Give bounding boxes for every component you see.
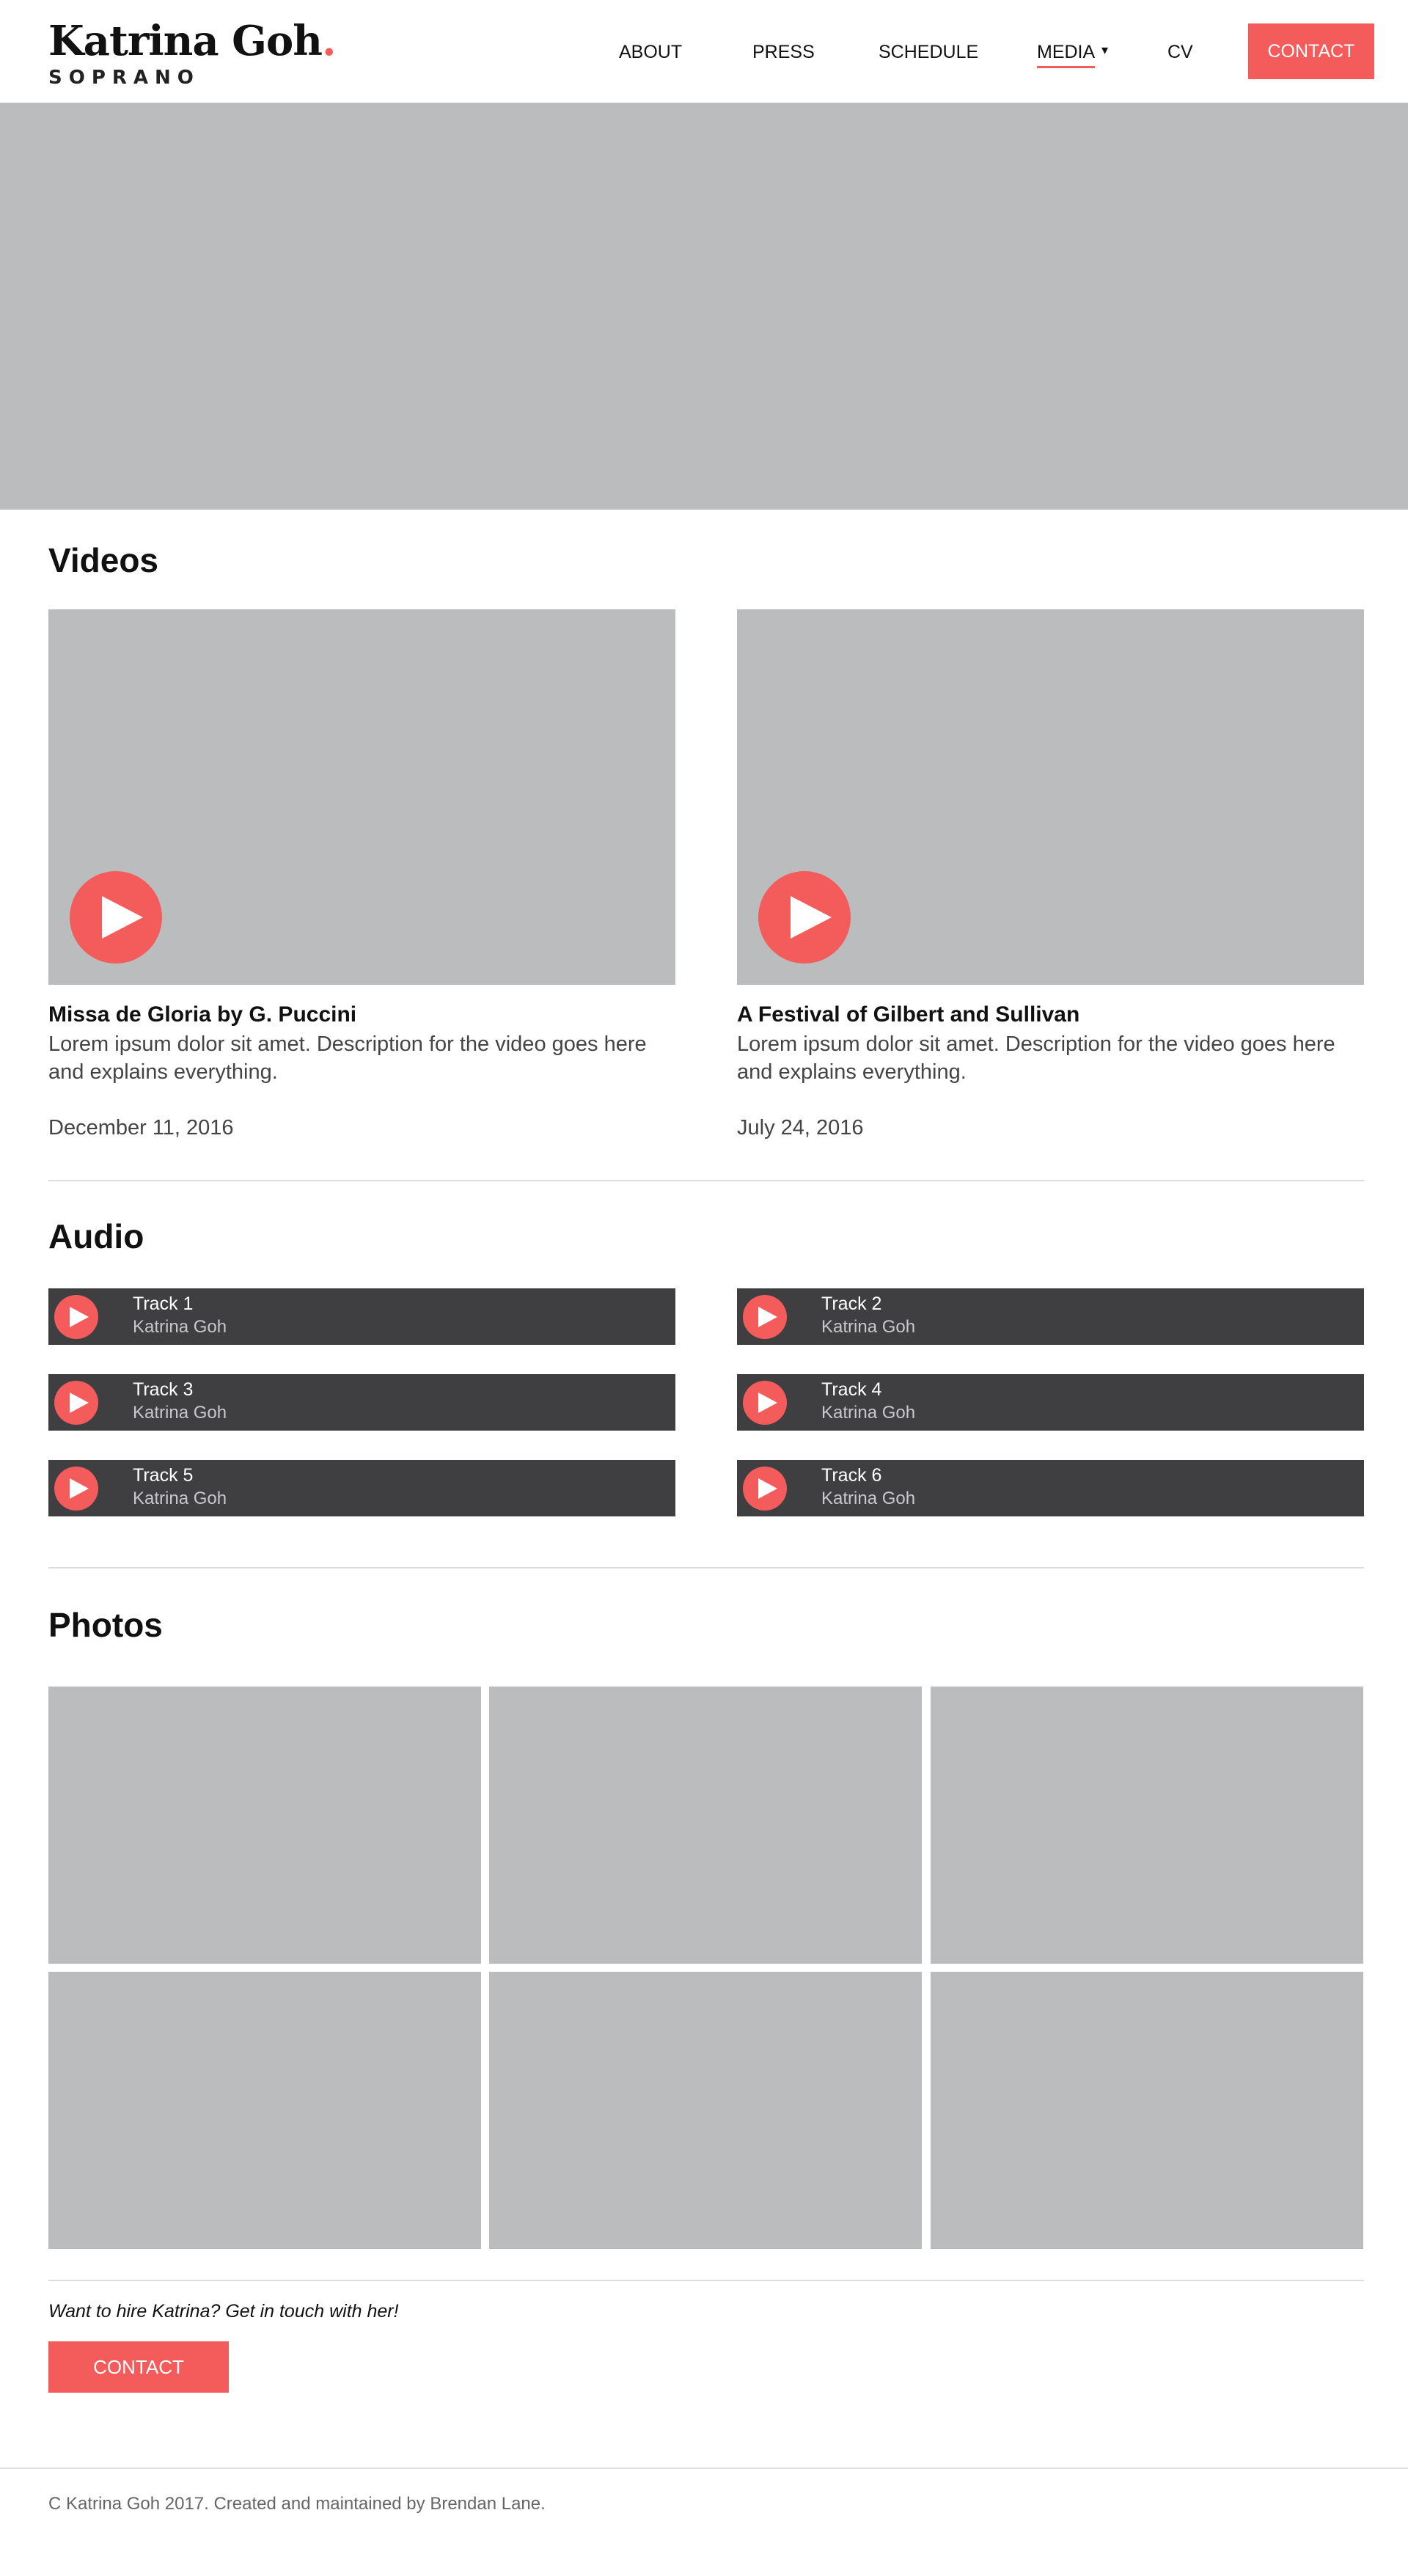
contact-button[interactable]: CONTACT (1248, 23, 1374, 79)
video-card: A Festival of Gilbert and Sullivan Lorem… (737, 609, 1364, 1142)
videos-heading: Videos (48, 541, 158, 579)
nav-cv[interactable]: CV (1167, 41, 1193, 63)
site-header: Katrina Goh. SOPRANO ABOUT PRESS SCHEDUL… (0, 0, 1408, 103)
nav-about[interactable]: ABOUT (619, 41, 682, 63)
hire-text: Want to hire Katrina? Get in touch with … (48, 2301, 399, 2322)
track-artist: Katrina Goh (821, 1317, 916, 1337)
track-artist: Katrina Goh (133, 1403, 227, 1423)
video-date: December 11, 2016 (48, 1116, 234, 1140)
chevron-down-icon[interactable]: ▾ (1101, 43, 1108, 58)
audio-track[interactable]: Track 6 Katrina Goh (737, 1460, 1364, 1516)
play-icon[interactable] (743, 1381, 787, 1425)
video-date: July 24, 2016 (737, 1116, 864, 1140)
video-card: Missa de Gloria by G. Puccini Lorem ipsu… (48, 609, 675, 1142)
photo-thumbnail[interactable] (48, 1972, 481, 2249)
track-artist: Katrina Goh (821, 1403, 916, 1423)
hire-contact-button[interactable]: CONTACT (48, 2341, 229, 2393)
play-icon[interactable] (54, 1381, 98, 1425)
track-name: Track 6 (821, 1465, 882, 1486)
logo-dot: . (322, 17, 336, 65)
audio-track[interactable]: Track 1 Katrina Goh (48, 1288, 675, 1345)
track-artist: Katrina Goh (821, 1489, 916, 1508)
section-divider (48, 1180, 1364, 1181)
photos-heading: Photos (48, 1606, 163, 1644)
track-name: Track 3 (133, 1379, 194, 1400)
logo-subtitle: SOPRANO (48, 67, 200, 89)
audio-track[interactable]: Track 2 Katrina Goh (737, 1288, 1364, 1345)
photo-thumbnail[interactable] (489, 1972, 922, 2249)
nav-press[interactable]: PRESS (752, 41, 815, 63)
section-divider (48, 1567, 1364, 1568)
photo-thumbnail[interactable] (489, 1687, 922, 1964)
video-thumbnail[interactable] (48, 609, 675, 985)
video-title: Missa de Gloria by G. Puccini (48, 1002, 357, 1027)
hero-image (0, 103, 1408, 510)
play-icon[interactable] (54, 1467, 98, 1511)
track-artist: Katrina Goh (133, 1317, 227, 1337)
play-icon[interactable] (758, 871, 851, 964)
nav-media[interactable]: MEDIA (1037, 41, 1096, 68)
play-icon[interactable] (70, 871, 162, 964)
logo[interactable]: Katrina Goh. SOPRANO (48, 16, 336, 88)
play-icon[interactable] (743, 1295, 787, 1339)
audio-heading: Audio (48, 1217, 144, 1255)
nav-schedule[interactable]: SCHEDULE (879, 41, 978, 63)
track-artist: Katrina Goh (133, 1489, 227, 1508)
logo-name: Katrina Goh. (48, 17, 336, 65)
play-icon[interactable] (743, 1467, 787, 1511)
video-thumbnail[interactable] (737, 609, 1364, 985)
track-name: Track 4 (821, 1379, 882, 1400)
track-name: Track 1 (133, 1293, 194, 1314)
photo-thumbnail[interactable] (48, 1687, 481, 1964)
photo-thumbnail[interactable] (931, 1687, 1363, 1964)
track-name: Track 2 (821, 1293, 882, 1314)
section-divider (48, 2280, 1364, 2281)
video-description: Lorem ipsum dolor sit amet. Description … (48, 1032, 647, 1084)
video-title: A Festival of Gilbert and Sullivan (737, 1002, 1080, 1027)
video-description: Lorem ipsum dolor sit amet. Description … (737, 1032, 1335, 1084)
track-name: Track 5 (133, 1465, 194, 1486)
footer-copyright: C Katrina Goh 2017. Created and maintain… (48, 2494, 546, 2514)
footer-divider (0, 2467, 1408, 2469)
audio-track[interactable]: Track 5 Katrina Goh (48, 1460, 675, 1516)
photo-thumbnail[interactable] (931, 1972, 1363, 2249)
play-icon[interactable] (54, 1295, 98, 1339)
audio-track[interactable]: Track 3 Katrina Goh (48, 1374, 675, 1431)
audio-track[interactable]: Track 4 Katrina Goh (737, 1374, 1364, 1431)
